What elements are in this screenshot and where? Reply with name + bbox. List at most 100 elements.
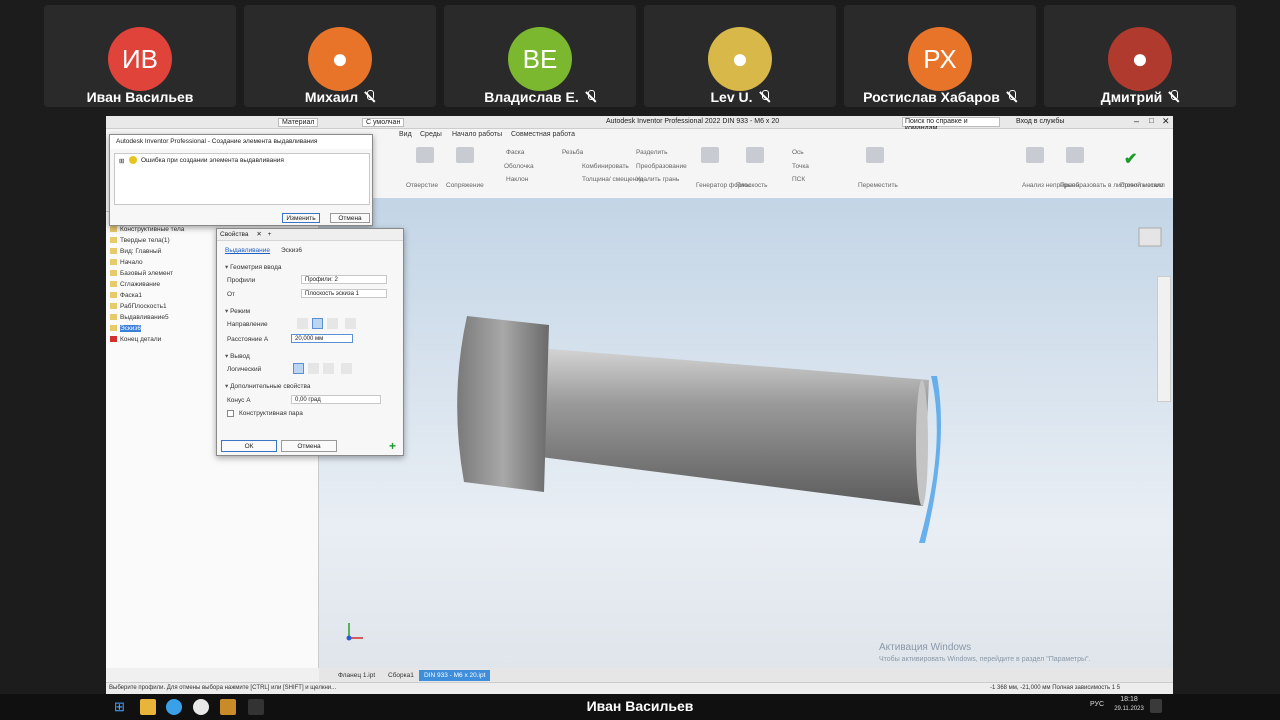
error-cancel-button[interactable]: Отмена bbox=[330, 213, 370, 223]
ribbon-button[interactable]: ПСК bbox=[792, 176, 805, 183]
participant-tile[interactable]: ● Михаил bbox=[244, 5, 436, 107]
ribbon-tab[interactable]: Вид bbox=[399, 131, 412, 138]
file-explorer-icon[interactable] bbox=[140, 699, 156, 715]
properties-tab[interactable]: Свойства bbox=[220, 231, 249, 238]
ribbon-tool-icon[interactable] bbox=[701, 147, 719, 163]
help-search-input[interactable]: Поиск по справке и командам bbox=[902, 117, 1000, 132]
clock-time[interactable]: 18:18 bbox=[1112, 696, 1146, 703]
from-selector[interactable]: Плоскость эскиза 1 bbox=[301, 289, 387, 298]
distance-input[interactable]: 20,000 мм bbox=[291, 334, 353, 343]
ribbon-tab[interactable]: Среды bbox=[420, 131, 442, 138]
browser-item[interactable]: Базовый элемент bbox=[110, 270, 173, 277]
status-coordinates: -1 368 мм, -21,000 мм Полная зависимость… bbox=[990, 685, 1121, 691]
browser-item[interactable]: РабПлоскость1 bbox=[110, 303, 167, 310]
ribbon-tool-icon[interactable] bbox=[416, 147, 434, 163]
ribbon-button[interactable]: Отверстие bbox=[406, 182, 438, 189]
section-output[interactable]: Вывод bbox=[225, 352, 250, 360]
signin-link[interactable]: Вход в службы bbox=[1016, 118, 1064, 125]
document-tab[interactable]: Сборка1 bbox=[383, 670, 419, 681]
direction-buttons[interactable] bbox=[297, 318, 357, 329]
folder-icon bbox=[110, 281, 117, 287]
material-dropdown[interactable]: Материал bbox=[278, 118, 319, 127]
warning-icon bbox=[129, 156, 137, 164]
document-tab[interactable]: Фланец 1.ipt bbox=[333, 670, 380, 681]
ribbon-button[interactable]: Точка bbox=[792, 163, 809, 170]
participant-tile[interactable]: ВЕ Владислав Е. bbox=[444, 5, 636, 107]
ribbon-button[interactable]: Оболочка bbox=[504, 163, 534, 170]
minimize-icon[interactable]: – bbox=[1134, 116, 1139, 126]
breadcrumb-sketch[interactable]: Эскиз6 bbox=[281, 247, 302, 254]
browser-item[interactable]: Начало bbox=[110, 259, 143, 266]
ok-button[interactable]: ОК bbox=[221, 440, 277, 452]
ribbon-button[interactable]: Наклон bbox=[506, 176, 528, 183]
document-tab[interactable]: DIN 933 - M6 x 20.ipt bbox=[419, 670, 491, 681]
ribbon-tool-icon[interactable] bbox=[1066, 147, 1084, 163]
taper-input[interactable]: 0,00 град bbox=[291, 395, 381, 404]
section-advanced[interactable]: Дополнительные свойства bbox=[225, 382, 310, 390]
notifications-icon[interactable] bbox=[1150, 699, 1162, 713]
ribbon-button[interactable]: Ось bbox=[792, 149, 804, 156]
add-tab-icon[interactable]: + bbox=[268, 231, 272, 238]
windows-start-icon[interactable]: ⊞ bbox=[114, 699, 125, 715]
navigation-bar[interactable] bbox=[1157, 276, 1171, 402]
clock-date[interactable]: 29.11.2023 bbox=[1112, 706, 1146, 712]
section-input-geometry[interactable]: Геометрия ввода bbox=[225, 263, 281, 271]
inventor-taskbar-icon[interactable] bbox=[220, 699, 236, 715]
ribbon-button[interactable]: Резьба bbox=[562, 149, 583, 156]
ribbon-button[interactable]: Принять эскиз bbox=[1120, 182, 1163, 189]
browser-item[interactable]: Эскиз6 bbox=[110, 325, 141, 332]
profiles-selector[interactable]: Профили: 2 bbox=[301, 275, 387, 284]
expand-icon[interactable]: ⊞ bbox=[119, 157, 124, 165]
participant-tile[interactable]: РХ Ростислав Хабаров bbox=[844, 5, 1036, 107]
ribbon-tool-icon[interactable] bbox=[866, 147, 884, 163]
ribbon-button[interactable]: Переместить bbox=[858, 182, 898, 189]
browser-item[interactable]: Твердые тела(1) bbox=[110, 237, 170, 244]
ribbon-tool-icon[interactable] bbox=[1026, 147, 1044, 163]
construction-pair-checkbox[interactable] bbox=[227, 410, 234, 417]
accept-sketch-check-icon[interactable]: ✔ bbox=[1124, 149, 1137, 169]
bolt-shaft[interactable] bbox=[533, 348, 929, 506]
ribbon-tool-icon[interactable] bbox=[456, 147, 474, 163]
ribbon-button[interactable]: Сопряжение bbox=[446, 182, 484, 189]
cancel-button[interactable]: Отмена bbox=[281, 440, 337, 452]
folder-icon bbox=[110, 314, 117, 320]
ribbon-button[interactable]: Плоскость bbox=[736, 182, 768, 189]
ribbon-button[interactable]: Разделить bbox=[636, 149, 667, 156]
ribbon-tool-icon[interactable] bbox=[746, 147, 764, 163]
appearance-dropdown[interactable]: С умолчан bbox=[362, 118, 405, 127]
browser-item[interactable]: Сглаживание bbox=[110, 281, 160, 288]
edit-button[interactable]: Изменить bbox=[282, 213, 320, 223]
participant-name: Ростислав Хабаров bbox=[844, 89, 1036, 105]
ribbon-button[interactable]: Преобразование bbox=[636, 163, 687, 170]
app-taskbar-icon[interactable] bbox=[248, 699, 264, 715]
boolean-buttons[interactable] bbox=[293, 363, 353, 374]
ribbon-tab[interactable]: Совместная работа bbox=[511, 131, 575, 138]
participant-tile[interactable]: ● Дмитрий bbox=[1044, 5, 1236, 107]
participant-tile[interactable]: ● Lev U. bbox=[644, 5, 836, 107]
ribbon-button[interactable]: Толщина/ смещение bbox=[582, 176, 644, 183]
graphics-viewport[interactable]: Активация Windows Чтобы активировать Win… bbox=[319, 198, 1173, 668]
browser-item[interactable]: Выдавливание5 bbox=[110, 314, 169, 321]
viewcube[interactable] bbox=[1138, 227, 1162, 247]
maximize-icon[interactable]: □ bbox=[1149, 116, 1154, 125]
browser-item[interactable]: Конец детали bbox=[110, 336, 161, 343]
ribbon-button[interactable]: Фаска bbox=[506, 149, 524, 156]
ribbon-button[interactable]: Комбинировать bbox=[582, 163, 629, 170]
breadcrumb-extrude[interactable]: Выдавливание bbox=[225, 247, 270, 254]
mic-muted-icon bbox=[1168, 90, 1179, 103]
section-behavior[interactable]: Режим bbox=[225, 307, 250, 315]
window-title: Autodesk Inventor Professional 2022 DIN … bbox=[606, 118, 780, 125]
browser-item[interactable]: Фаска1 bbox=[110, 292, 142, 299]
apply-plus-icon[interactable]: + bbox=[389, 439, 396, 453]
browser-item[interactable]: Конструктивные тела bbox=[110, 226, 184, 233]
close-icon[interactable]: ✕ bbox=[1162, 116, 1170, 127]
bolt-head[interactable] bbox=[457, 316, 549, 492]
language-indicator[interactable]: РУС bbox=[1090, 701, 1104, 708]
ribbon-tab[interactable]: Начало работы bbox=[452, 131, 502, 138]
browser-icon[interactable] bbox=[166, 699, 182, 715]
ribbon-button[interactable]: Удалить грань bbox=[636, 176, 679, 183]
yandex-icon[interactable] bbox=[193, 699, 209, 715]
close-tab-icon[interactable]: ✕ bbox=[256, 231, 261, 238]
browser-item[interactable]: Вид: Главный bbox=[110, 248, 161, 255]
participant-tile[interactable]: ИВ Иван Васильев bbox=[44, 5, 236, 107]
